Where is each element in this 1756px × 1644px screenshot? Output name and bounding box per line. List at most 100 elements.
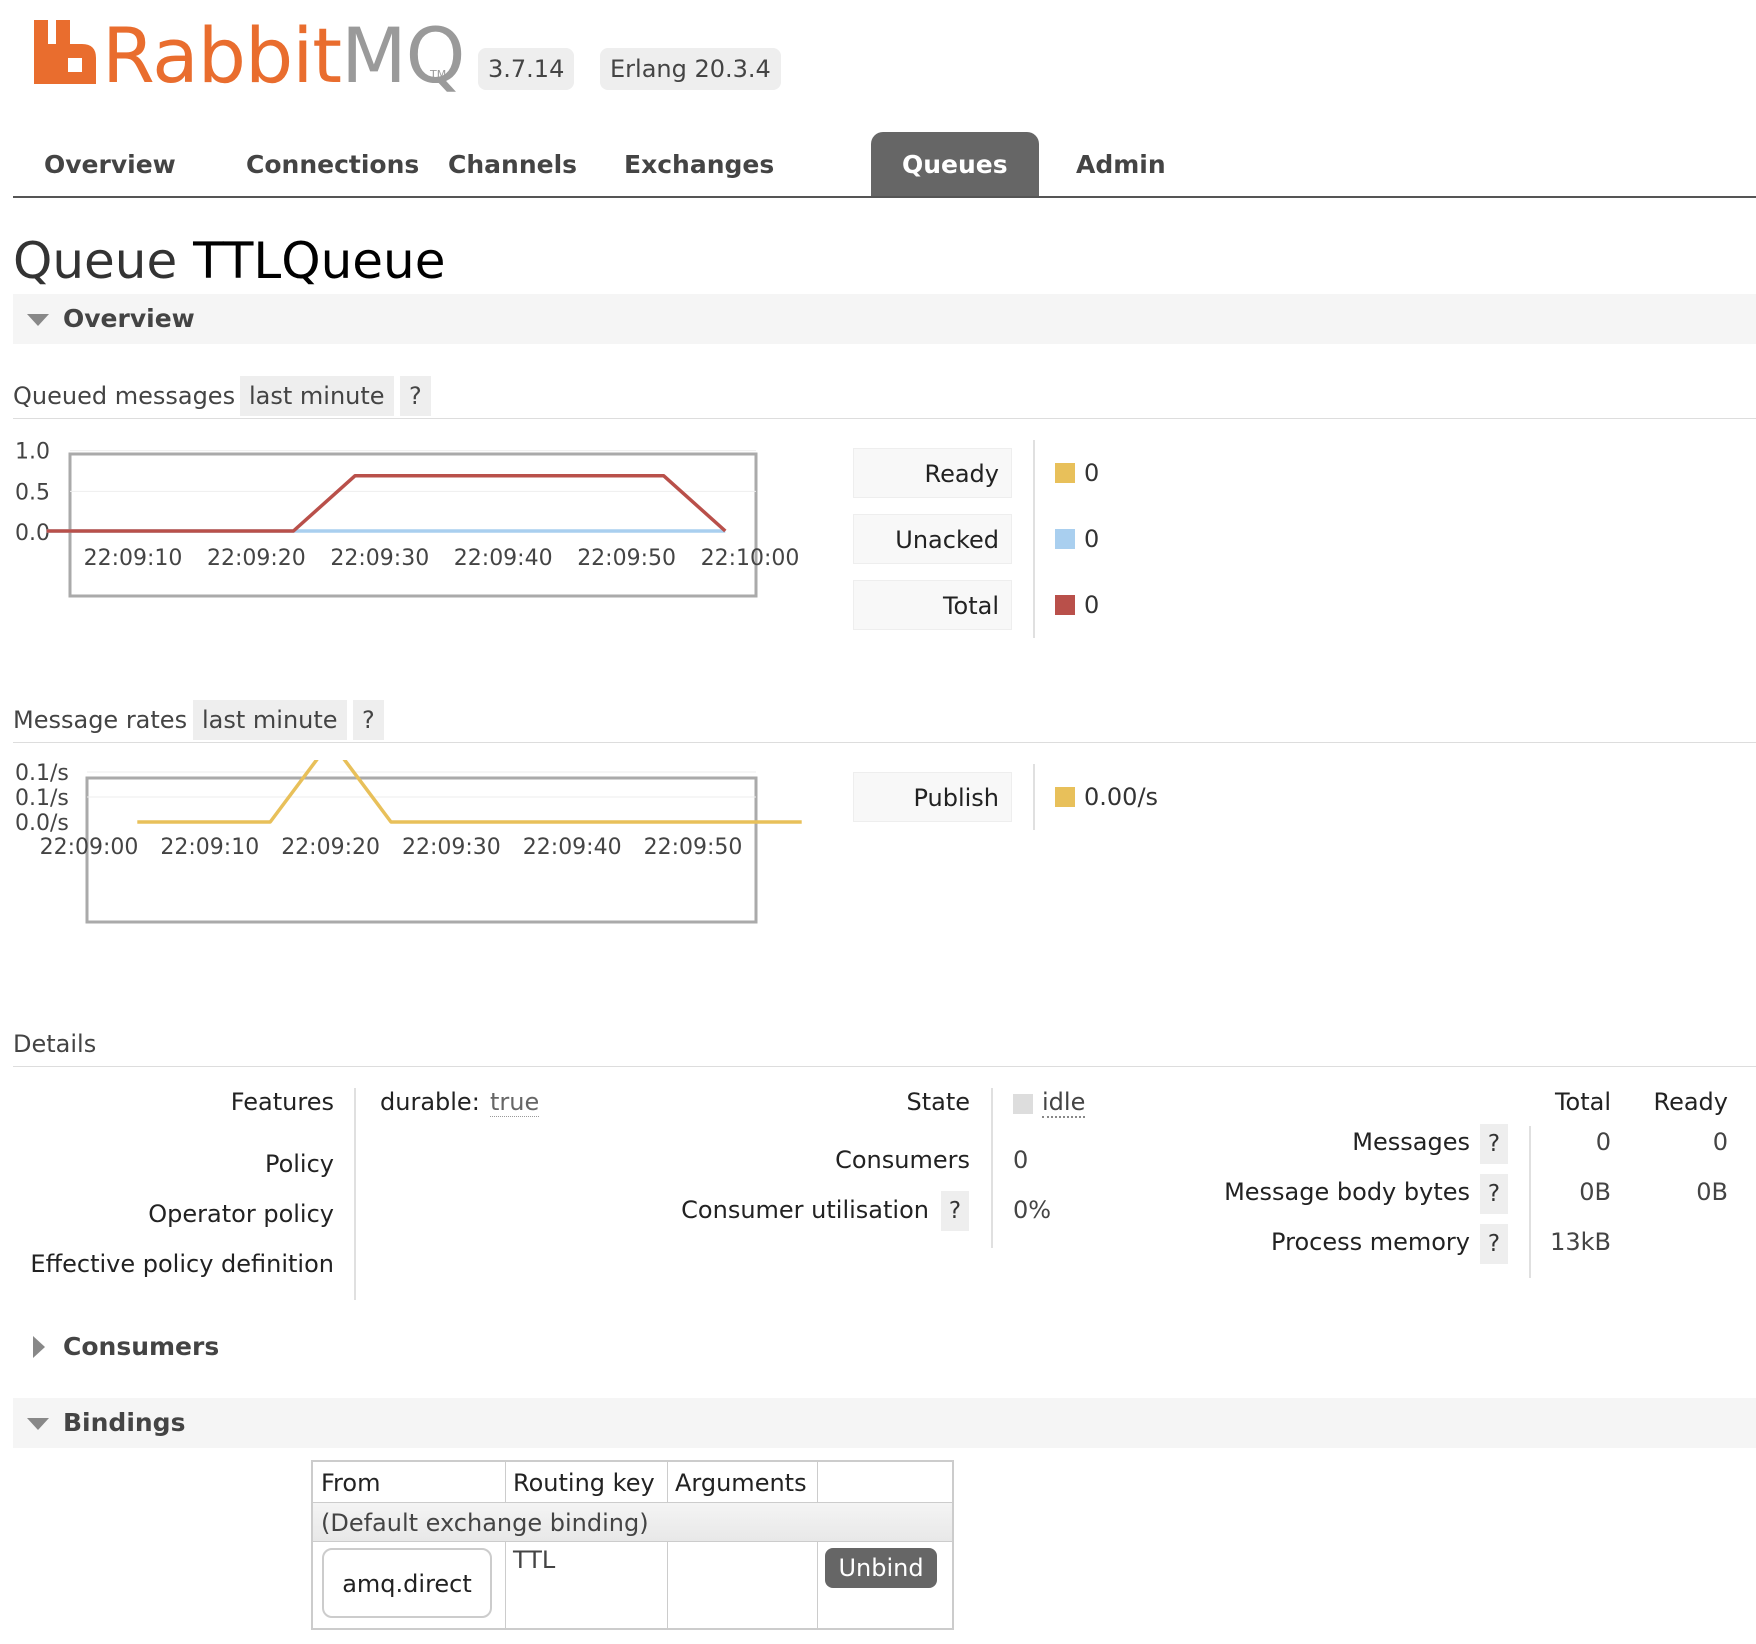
legend-unacked-value: 0 xyxy=(1084,525,1100,553)
expand-triangle-icon xyxy=(33,1336,45,1358)
legend-total-label: Total xyxy=(853,580,1012,630)
tab-overview[interactable]: Overview xyxy=(13,132,207,196)
x-tick-label: 22:09:00 xyxy=(40,835,139,860)
legend-ready-label: Ready xyxy=(853,448,1012,498)
x-tick-label: 22:09:10 xyxy=(160,835,259,860)
legend-publish-swatch xyxy=(1055,787,1075,807)
x-tick-label: 22:09:40 xyxy=(523,835,622,860)
stat-body-bytes-ready: 0B xyxy=(1696,1178,1728,1206)
binding-routing-key: TTL xyxy=(513,1546,556,1574)
col-separator xyxy=(817,1542,818,1628)
consumers-count-label: Consumers xyxy=(835,1146,970,1174)
queued-messages-header: Queued messages last minute ? xyxy=(13,374,1756,419)
queued-y-ticks: 1.51.00.50.0 xyxy=(15,440,50,546)
y-tick-label: 0.0 xyxy=(15,521,50,546)
queued-legend-divider xyxy=(1033,440,1035,638)
logo-trademark: TM xyxy=(430,68,447,81)
y-tick-label: 0.5 xyxy=(15,480,50,505)
binding-from-exchange-link[interactable]: amq.direct xyxy=(322,1548,492,1618)
queue-name: TTLQueue xyxy=(193,232,446,290)
logo-text-mq: MQ xyxy=(341,11,465,100)
tab-queues[interactable]: Queues xyxy=(871,132,1039,196)
legend-total-value: 0 xyxy=(1084,591,1100,619)
stat-body-bytes-label: Message body bytes xyxy=(1224,1178,1470,1206)
bindings-section-header[interactable]: Bindings xyxy=(13,1398,1756,1448)
legend-publish-label: Publish xyxy=(853,772,1012,822)
consumers-section-title: Consumers xyxy=(63,1332,220,1361)
col-separator xyxy=(505,1462,506,1502)
consumers-section-header[interactable]: Consumers xyxy=(13,1322,1756,1372)
utilisation-help-button[interactable]: ? xyxy=(941,1191,969,1231)
details-left-divider xyxy=(354,1088,356,1300)
stat-process-memory-total: 13kB xyxy=(1550,1228,1611,1256)
legend-publish-value: 0.00/s xyxy=(1084,783,1159,811)
y-tick-label: 0.0/s xyxy=(15,811,69,836)
tab-connections[interactable]: Connections xyxy=(215,132,450,196)
unbind-button[interactable]: Unbind xyxy=(825,1548,937,1588)
collapse-triangle-icon xyxy=(27,314,49,326)
col-header-arguments: Arguments xyxy=(675,1469,807,1497)
consumer-utilisation-label: Consumer utilisation xyxy=(681,1196,929,1224)
tab-admin[interactable]: Admin xyxy=(1045,132,1197,196)
rabbit-logo-icon xyxy=(34,20,96,84)
message-rates-label: Message rates xyxy=(13,706,188,734)
details-mid-divider xyxy=(991,1088,993,1248)
rates-y-ticks: 0.3/s0.2/s0.2/s0.1/s0.1/s0.0/s xyxy=(15,760,69,836)
col-header-routing-key: Routing key xyxy=(513,1469,655,1497)
rates-range-selector[interactable]: last minute xyxy=(193,700,347,740)
stat-body-bytes-total: 0B xyxy=(1579,1178,1611,1206)
legend-unacked-swatch xyxy=(1055,529,1075,549)
col-separator xyxy=(667,1462,668,1502)
logo-wordmark: RabbitMQ xyxy=(102,11,466,100)
consumers-count-value: 0 xyxy=(1013,1146,1029,1174)
x-tick-label: 22:09:50 xyxy=(644,835,743,860)
messages-help-button[interactable]: ? xyxy=(1480,1124,1508,1164)
queued-range-selector[interactable]: last minute xyxy=(240,376,394,416)
state-value[interactable]: idle xyxy=(1042,1088,1086,1118)
stat-process-memory-label: Process memory xyxy=(1271,1228,1470,1256)
stat-messages-label: Messages xyxy=(1352,1128,1470,1156)
queued-help-button[interactable]: ? xyxy=(400,376,431,416)
y-tick-label: 0.1/s xyxy=(15,786,69,811)
state-label: State xyxy=(906,1088,970,1116)
bindings-section-title: Bindings xyxy=(63,1408,186,1437)
main-nav: Overview Connections Channels Exchanges … xyxy=(13,132,1756,198)
x-tick-label: 22:09:10 xyxy=(84,546,183,571)
page-title-prefix: Queue xyxy=(13,232,178,290)
y-tick-label: 0.1/s xyxy=(15,761,69,786)
legend-total-swatch xyxy=(1055,595,1075,615)
col-header-from: From xyxy=(321,1469,381,1497)
legend-ready-swatch xyxy=(1055,463,1075,483)
version-badge: 3.7.14 xyxy=(478,48,575,90)
collapse-triangle-icon xyxy=(27,1418,49,1430)
tab-exchanges[interactable]: Exchanges xyxy=(593,132,805,196)
stats-header-total: Total xyxy=(1554,1088,1611,1116)
body-bytes-help-button[interactable]: ? xyxy=(1480,1174,1508,1214)
state-indicator-icon xyxy=(1013,1094,1033,1114)
x-tick-label: 22:09:20 xyxy=(207,546,306,571)
features-durable-value[interactable]: true xyxy=(490,1088,540,1117)
tab-channels[interactable]: Channels xyxy=(417,132,608,196)
features-label: Features xyxy=(230,1088,334,1116)
overview-section-header[interactable]: Overview xyxy=(13,294,1756,344)
col-separator xyxy=(667,1542,668,1628)
process-memory-help-button[interactable]: ? xyxy=(1480,1224,1508,1264)
logo-text-rabbit: Rabbit xyxy=(102,11,342,100)
stat-messages-ready: 0 xyxy=(1712,1128,1728,1156)
x-tick-label: 22:09:30 xyxy=(330,546,429,571)
stats-header-ready: Ready xyxy=(1653,1088,1728,1116)
rates-legend-divider xyxy=(1033,764,1035,830)
policy-label: Policy xyxy=(264,1150,334,1178)
details-label: Details xyxy=(13,1030,97,1058)
queued-messages-label: Queued messages xyxy=(13,382,236,410)
legend-unacked-label: Unacked xyxy=(853,514,1012,564)
erlang-version-badge: Erlang 20.3.4 xyxy=(600,48,781,90)
message-rates-chart: 0.3/s0.2/s0.2/s0.1/s0.1/s0.0/s 22:09:00 2… xyxy=(15,760,802,924)
x-tick-label: 22:09:20 xyxy=(281,835,380,860)
effective-policy-label: Effective policy definition xyxy=(30,1250,334,1278)
operator-policy-label: Operator policy xyxy=(148,1200,334,1228)
default-binding-row: (Default exchange binding) xyxy=(313,1502,952,1542)
rates-help-button[interactable]: ? xyxy=(353,700,384,740)
col-separator xyxy=(817,1462,818,1502)
x-tick-label: 22:10:00 xyxy=(701,546,800,571)
